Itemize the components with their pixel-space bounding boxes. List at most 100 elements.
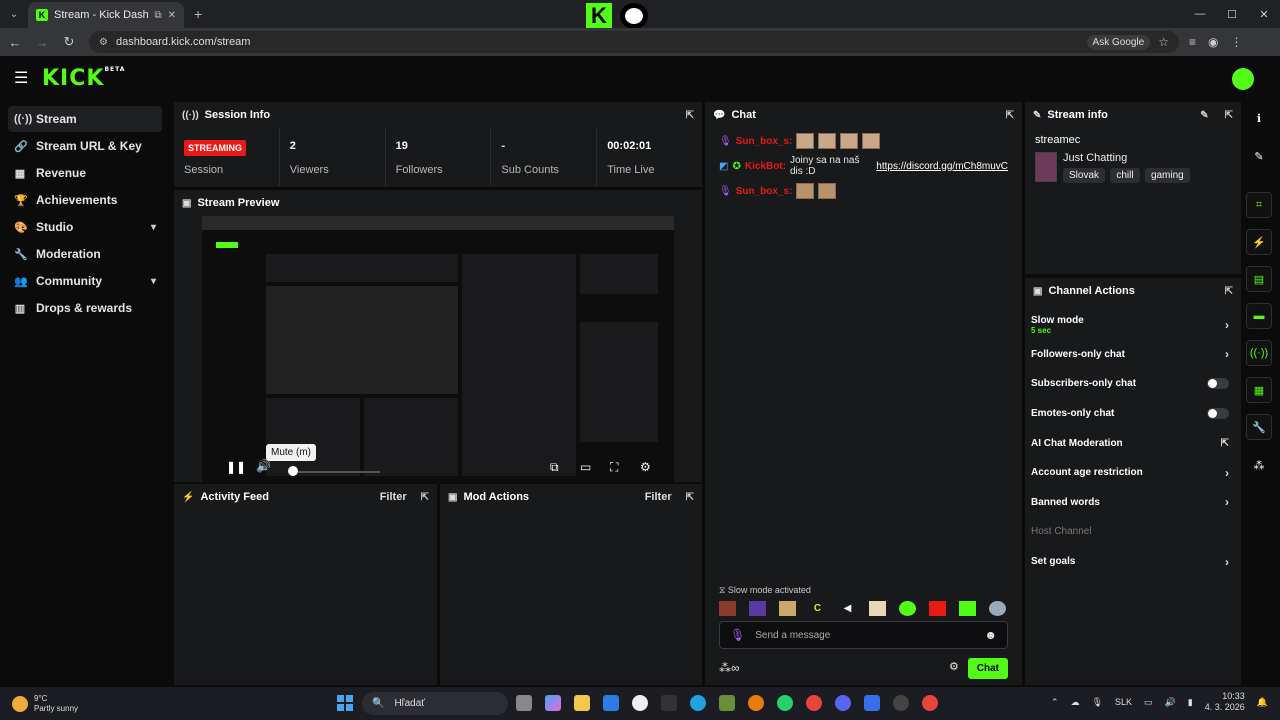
filter-button[interactable]: Filter [645,491,672,503]
whatsapp-icon[interactable] [777,695,793,711]
pause-icon[interactable]: ❚❚ [226,460,246,474]
quick-emote[interactable] [779,600,796,616]
minecraft-icon[interactable] [719,695,735,711]
quick-emote[interactable] [989,600,1006,616]
chat-icon[interactable]: ▬ [1246,303,1272,329]
chrome-icon[interactable] [806,695,822,711]
capture-icon[interactable]: ⌗ [1246,192,1272,218]
mic-icon[interactable]: 🎙 [730,628,745,642]
chat-username[interactable]: KickBot: [745,161,786,172]
pip-icon[interactable]: ⧉ [550,460,559,475]
popout-icon[interactable]: ⇱ [686,492,694,503]
chat-input[interactable]: 🎙 Send a message ☻ [719,621,1008,649]
start-icon[interactable] [337,695,353,711]
external-link-icon[interactable]: ⇱ [1221,438,1229,449]
taskbar-search[interactable]: 🔍 Hľadať [362,692,508,715]
chrome-active-icon[interactable] [922,695,938,711]
info-icon[interactable]: ℹ [1246,105,1272,131]
epic-games-icon[interactable] [661,695,677,711]
task-view-icon[interactable] [516,695,532,711]
bookmark-star-icon[interactable]: ☆ [1158,35,1169,49]
chevron-right-icon[interactable]: › [1225,495,1229,509]
battery-icon[interactable]: ▮ [1188,697,1193,708]
action-slow-mode[interactable]: Slow mode 5 sec › [1025,310,1241,340]
forward-icon[interactable]: → [30,35,54,50]
sidebar-item-stream-url-key[interactable]: 🔗 Stream URL & Key [8,133,162,159]
browser-tab[interactable]: K Stream - Kick Dashboard ⧉ ✕ [28,2,184,28]
sidebar-item-achievements[interactable]: 🏆 Achievements [8,187,162,213]
action-account-age[interactable]: Account age restriction › [1025,458,1241,488]
obs-icon[interactable] [893,695,909,711]
blender-icon[interactable] [748,695,764,711]
quick-emote[interactable] [869,600,886,616]
edit-pencil-icon[interactable]: ✎ [1200,110,1208,121]
weather-widget[interactable]: 9°C Partly sunny [12,694,78,714]
volume-knob[interactable] [288,466,298,476]
video-player[interactable]: Mute (m) ❚❚ 🔊 ⧉ ▭ ⛶ ⚙ [202,216,674,482]
tag[interactable]: Slovak [1063,168,1106,183]
tag[interactable]: chill [1110,168,1140,183]
popout-icon[interactable]: ⇱ [1006,110,1014,121]
tab-search-icon[interactable]: ⌄ [4,4,24,24]
subscribers-only-toggle[interactable] [1207,378,1229,390]
app-icon[interactable] [864,695,880,711]
user-avatar[interactable] [1232,68,1254,90]
minimize-icon[interactable]: — [1184,0,1216,28]
popout-icon[interactable]: ⇱ [686,110,694,121]
widgets-icon[interactable]: ⁂ [1246,452,1272,478]
reading-list-icon[interactable]: ≡ [1189,35,1196,49]
emoji-picker-icon[interactable]: ☻ [984,628,997,642]
sidebar-item-studio[interactable]: 🎨 Studio ▾ [8,214,162,240]
chevron-down-icon[interactable]: ▾ [151,276,156,287]
action-emotes-only[interactable]: Emotes-only chat [1025,399,1241,429]
filter-button[interactable]: Filter [380,491,407,503]
mic-tray-icon[interactable]: 🎙 [1092,697,1103,708]
quick-emote[interactable]: ◀ [839,601,856,616]
volume-slider[interactable] [290,471,380,473]
sidebar-item-drops-rewards[interactable]: ▥ Drops & rewards [8,295,162,321]
xbox-icon[interactable] [632,695,648,711]
ask-google-button[interactable]: Ask Google [1086,34,1151,50]
file-explorer-icon[interactable] [574,695,590,711]
tab-close-icon[interactable]: ✕ [168,10,176,21]
network-icon[interactable]: ▭ [1144,697,1153,708]
language-indicator[interactable]: SLK [1115,697,1132,707]
theater-icon[interactable]: ▭ [580,460,591,474]
discord-icon[interactable] [835,695,851,711]
close-window-icon[interactable]: ✕ [1248,0,1280,28]
volume-icon[interactable]: 🔊 [256,459,271,473]
hamburger-menu-icon[interactable]: ☰ [14,68,30,88]
notifications-icon[interactable]: 🔔 [1257,697,1268,708]
sidebar-item-moderation[interactable]: 🔧 Moderation [8,241,162,267]
url-text[interactable]: dashboard.kick.com/stream [116,36,1079,48]
chat-username[interactable]: Sun_box_s: [736,186,793,197]
speaker-icon[interactable]: 🔊 [1165,697,1176,708]
chevron-down-icon[interactable]: ▾ [151,222,156,233]
tag[interactable]: gaming [1144,168,1190,183]
action-subscribers-only[interactable]: Subscribers-only chat [1025,369,1241,399]
chevron-right-icon[interactable]: › [1225,466,1229,480]
chevron-right-icon[interactable]: › [1225,347,1229,361]
chevron-right-icon[interactable]: › [1225,318,1229,332]
profile-icon[interactable]: ◉ [1208,35,1218,49]
sidebar-item-community[interactable]: 👥 Community ▾ [8,268,162,294]
edge-icon[interactable] [690,695,706,711]
sidebar-item-revenue[interactable]: ▦ Revenue [8,160,162,186]
popout-icon[interactable]: ⇱ [1225,286,1233,297]
quick-emote[interactable] [929,600,946,616]
category-thumbnail[interactable] [1035,152,1057,182]
wrench-icon[interactable]: 🔧 [1246,414,1272,440]
layout-icon[interactable]: ▦ [1246,377,1272,403]
store-icon[interactable] [603,695,619,711]
chat-send-button[interactable]: Chat [967,658,1008,679]
quick-emote[interactable] [959,600,976,616]
popout-icon[interactable]: ⇱ [1225,110,1233,121]
fullscreen-icon[interactable]: ⛶ [610,460,618,475]
edit-pencil-icon[interactable]: ✎ [1246,143,1272,169]
copilot-icon[interactable] [545,695,561,711]
omnibox[interactable]: ⚙ dashboard.kick.com/stream Ask Google ☆ [89,31,1179,53]
emotes-only-toggle[interactable] [1207,408,1229,420]
kick-logo[interactable]: KICKBETA [42,66,125,91]
broadcast-icon[interactable]: ((·)) [1246,340,1272,366]
back-icon[interactable]: ← [3,35,27,50]
